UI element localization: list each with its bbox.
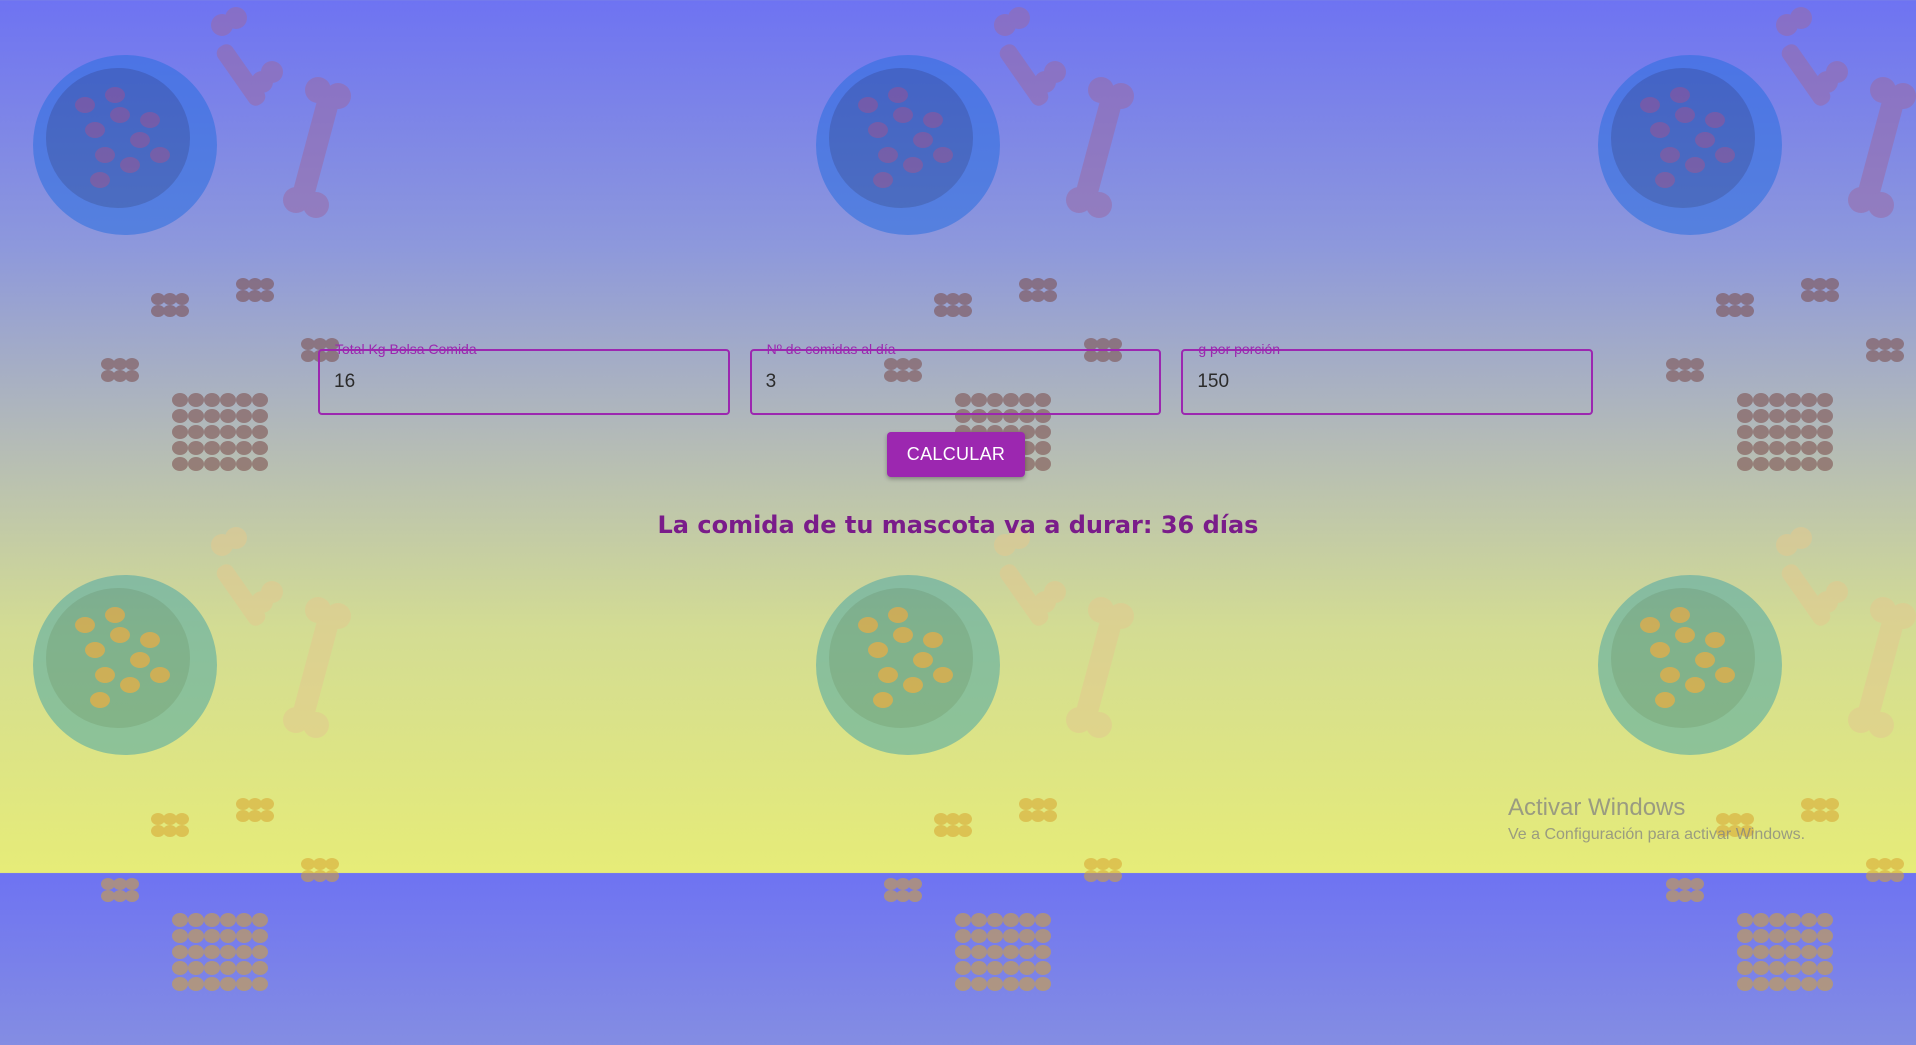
windows-activation-watermark: Activar Windows Ve a Configuración para … bbox=[1508, 794, 1805, 844]
meals-per-day-field[interactable]: Nº de comidas al día 3 bbox=[749, 341, 1162, 415]
pet-food-tile bbox=[1565, 0, 1916, 520]
watermark-title: Activar Windows bbox=[1508, 794, 1686, 821]
grams-per-portion-label: g por porción bbox=[1198, 341, 1281, 357]
meals-per-day-input[interactable]: 3 bbox=[766, 371, 777, 393]
grams-per-portion-field[interactable]: g por porción 150 bbox=[1181, 341, 1594, 415]
meals-per-day-label: Nº de comidas al día bbox=[766, 341, 896, 357]
watermark-subtitle: Ve a Configuración para activar Windows. bbox=[1508, 826, 1806, 843]
total-kg-field[interactable]: Total Kg Bolsa Comida 16 bbox=[318, 341, 730, 415]
result-text: La comida de tu mascota va a durar: 36 d… bbox=[657, 511, 1259, 539]
calculate-button[interactable]: CALCULAR bbox=[887, 432, 1025, 477]
pet-food-tile bbox=[0, 0, 640, 520]
pet-food-tile bbox=[1565, 520, 1916, 1040]
pet-food-tile bbox=[783, 0, 1423, 520]
total-kg-label: Total Kg Bolsa Comida bbox=[335, 341, 477, 357]
grams-per-portion-input[interactable]: 150 bbox=[1197, 371, 1229, 393]
pet-food-tile bbox=[783, 520, 1423, 1040]
calculator-form: Total Kg Bolsa Comida 16 Nº de comidas a… bbox=[318, 341, 1594, 419]
pet-food-tile bbox=[0, 520, 640, 1040]
total-kg-input[interactable]: 16 bbox=[334, 371, 355, 393]
